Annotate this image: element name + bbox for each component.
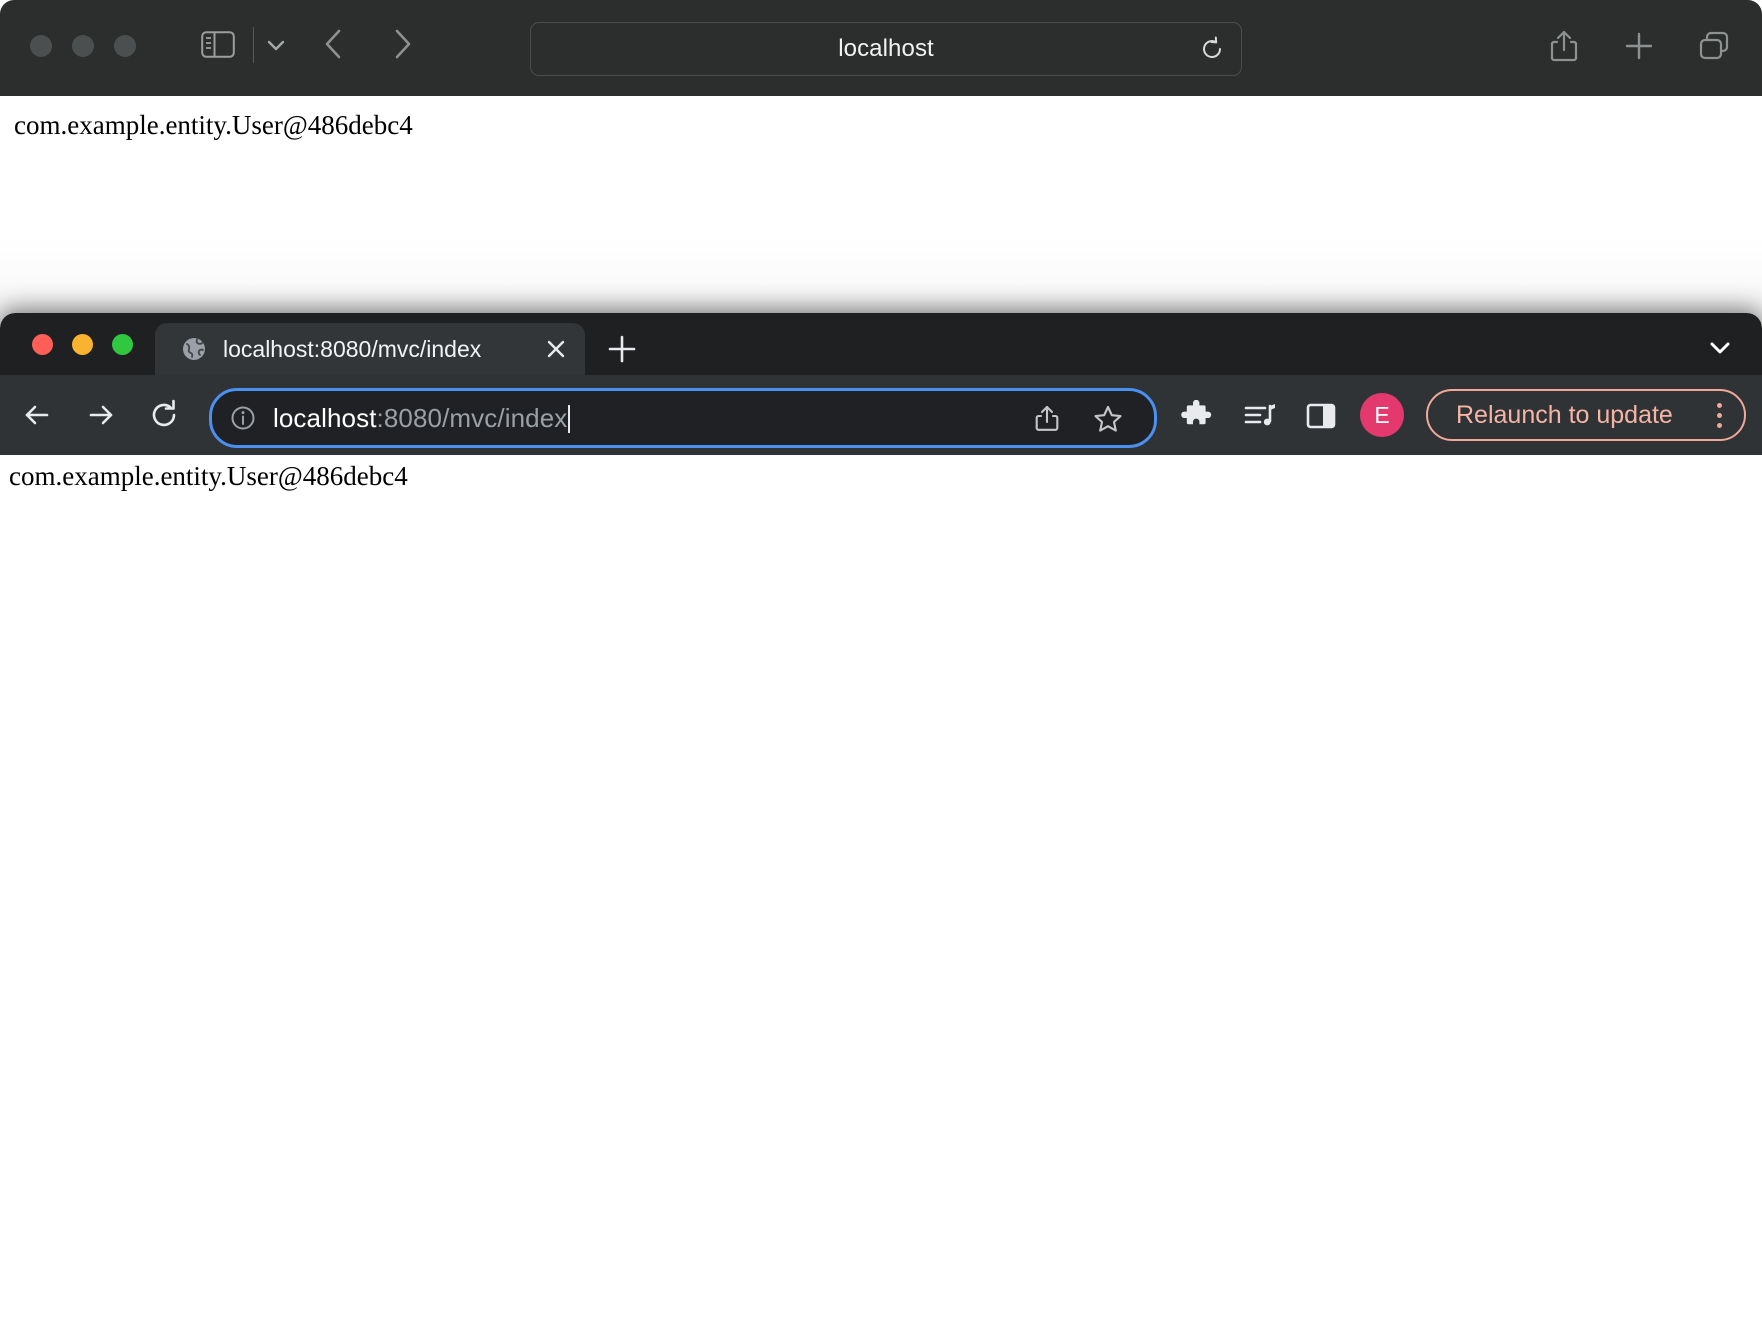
- chrome-back-arrow-icon[interactable]: [19, 397, 55, 433]
- safari-page-body-text: com.example.entity.User@486debc4: [14, 110, 413, 141]
- info-circle-icon[interactable]: [230, 405, 256, 431]
- chrome-toolbar: localhost:8080/mvc/index: [0, 375, 1762, 455]
- omnibox-host: localhost: [273, 403, 377, 433]
- chrome-forward-arrow-icon[interactable]: [83, 397, 119, 433]
- safari-back-arrow-icon[interactable]: [318, 24, 350, 64]
- globe-icon: [181, 336, 207, 362]
- chrome-zoom-button[interactable]: [112, 334, 133, 355]
- toolbar-divider: [253, 27, 254, 63]
- safari-share-icon[interactable]: [1548, 28, 1580, 64]
- chrome-new-tab-plus-icon[interactable]: [604, 331, 640, 367]
- safari-address-bar-text: localhost: [838, 35, 934, 63]
- safari-toolbar: localhost: [0, 0, 1762, 96]
- safari-toolbar-right-icons: [1548, 28, 1730, 64]
- safari-close-button[interactable]: [30, 35, 52, 57]
- chrome-extensions-puzzle-icon[interactable]: [1180, 400, 1214, 432]
- safari-traffic-lights: [30, 35, 136, 57]
- safari-page-content: com.example.entity.User@486debc4: [0, 96, 1762, 330]
- safari-address-bar[interactable]: localhost: [530, 22, 1242, 76]
- chrome-reload-icon[interactable]: [146, 397, 182, 433]
- chrome-tab[interactable]: localhost:8080/mvc/index: [155, 323, 585, 375]
- chrome-tab-title: localhost:8080/mvc/index: [223, 336, 541, 363]
- chrome-minimize-button[interactable]: [72, 334, 93, 355]
- chrome-omnibox[interactable]: localhost:8080/mvc/index: [209, 388, 1157, 448]
- chrome-tab-search-chevron-down-icon[interactable]: [1703, 333, 1737, 363]
- safari-forward-arrow-icon[interactable]: [386, 24, 418, 64]
- omnibox-path: :8080/mvc/index: [377, 403, 568, 433]
- relaunch-to-update-button[interactable]: Relaunch to update: [1426, 389, 1746, 441]
- text-cursor: [568, 405, 570, 433]
- chrome-profile-avatar[interactable]: E: [1360, 393, 1404, 437]
- safari-reload-icon[interactable]: [1199, 36, 1225, 62]
- chrome-side-panel-icon[interactable]: [1305, 400, 1337, 432]
- safari-minimize-button[interactable]: [72, 35, 94, 57]
- chrome-window: localhost:8080/mvc/index: [0, 313, 1762, 1318]
- sidebar-menu-chevron-down-icon[interactable]: [258, 30, 294, 60]
- avatar-initial: E: [1374, 402, 1389, 429]
- safari-window: localhost: [0, 0, 1762, 330]
- sidebar-toggle-icon[interactable]: [201, 31, 235, 58]
- chrome-tab-close-icon[interactable]: [541, 334, 571, 364]
- chrome-traffic-lights: [32, 334, 133, 355]
- relaunch-button-label: Relaunch to update: [1456, 401, 1673, 430]
- safari-zoom-button[interactable]: [114, 35, 136, 57]
- safari-new-tab-plus-icon[interactable]: [1623, 28, 1655, 64]
- chrome-share-icon[interactable]: [1032, 403, 1062, 433]
- chrome-close-button[interactable]: [32, 334, 53, 355]
- chrome-page-body-text: com.example.entity.User@486debc4: [9, 461, 408, 492]
- chrome-tab-strip: localhost:8080/mvc/index: [0, 313, 1762, 375]
- chrome-page-content: com.example.entity.User@486debc4: [0, 455, 1762, 1318]
- chrome-bookmark-star-icon[interactable]: [1092, 403, 1124, 435]
- three-dot-menu-icon[interactable]: [1717, 403, 1722, 428]
- chrome-media-playlist-icon[interactable]: [1243, 400, 1279, 432]
- chrome-omnibox-text: localhost:8080/mvc/index: [273, 403, 1154, 434]
- safari-tab-overview-icon[interactable]: [1698, 28, 1730, 64]
